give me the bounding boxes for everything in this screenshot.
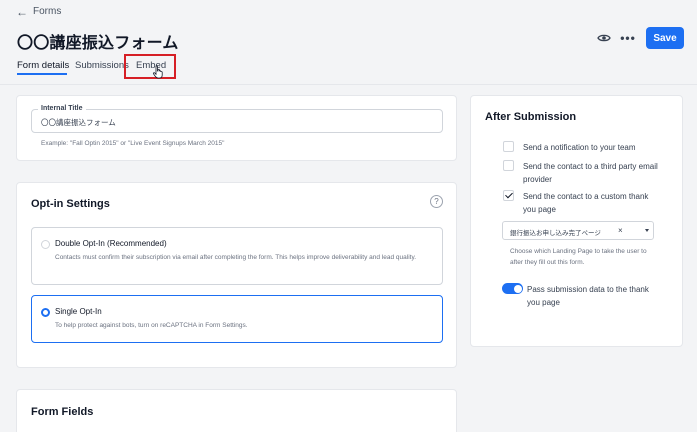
single-optin-radio[interactable] xyxy=(41,308,50,317)
double-optin-desc: Contacts must confirm their subscription… xyxy=(55,254,417,261)
hand-pointer-icon xyxy=(152,65,163,79)
double-optin-radio[interactable] xyxy=(41,240,50,249)
arrow-left-icon: ← xyxy=(16,4,28,19)
save-button[interactable]: Save xyxy=(646,27,684,49)
optin-settings-title: Opt-in Settings xyxy=(31,198,110,210)
double-optin-title: Double Opt-In (Recommended) xyxy=(55,239,167,248)
header-divider xyxy=(0,84,697,85)
active-tab-underline xyxy=(17,73,67,75)
landing-page-value: 銀行振込お申し込み完了ページ xyxy=(510,230,601,237)
after-submission-card: After Submission Send a notification to … xyxy=(470,95,683,347)
third-party-checkbox[interactable] xyxy=(503,160,514,171)
third-party-label: Send the contact to a third party email … xyxy=(523,162,658,184)
pass-data-toggle[interactable] xyxy=(502,283,523,294)
landing-page-select[interactable]: 銀行振込お申し込み完了ページ × xyxy=(502,221,654,240)
pass-data-label: Pass submission data to the thank you pa… xyxy=(527,285,649,307)
thank-you-checkbox[interactable] xyxy=(503,190,514,201)
optin-settings-card: Opt-in Settings ? Double Opt-In (Recomme… xyxy=(16,182,457,368)
more-dots-icon[interactable]: ••• xyxy=(619,30,637,46)
notify-team-checkbox[interactable] xyxy=(503,141,514,152)
embed-tab-highlight xyxy=(124,54,176,79)
chevron-down-icon[interactable] xyxy=(645,229,649,232)
notify-team-checkbox-row[interactable]: Send a notification to your team xyxy=(503,141,663,154)
single-optin-desc: To help protect against bots, turn on re… xyxy=(55,322,248,329)
clear-selection-icon[interactable]: × xyxy=(618,226,623,235)
thank-you-checkbox-row[interactable]: Send the contact to a custom thank you p… xyxy=(503,190,663,216)
tab-form-details[interactable]: Form details xyxy=(17,60,69,71)
internal-title-example: Example: "Fall Optin 2015" or "Live Even… xyxy=(41,140,225,147)
landing-page-help: Choose which Landing Page to take the us… xyxy=(510,248,647,266)
third-party-checkbox-row[interactable]: Send the contact to a third party email … xyxy=(503,160,663,186)
single-optin-option[interactable]: Single Opt-In To help protect against bo… xyxy=(31,295,443,343)
top-bar: ← Forms 〇〇講座振込フォーム ••• Save Form details… xyxy=(0,0,697,85)
internal-title-label: Internal Title xyxy=(38,105,86,112)
notify-team-label: Send a notification to your team xyxy=(523,143,636,152)
form-fields-title: Form Fields xyxy=(31,406,94,418)
back-to-forms-link[interactable]: ← Forms xyxy=(16,4,62,19)
page-title: 〇〇講座振込フォーム xyxy=(17,35,179,52)
question-circle-icon[interactable]: ? xyxy=(430,195,443,208)
tab-submissions[interactable]: Submissions xyxy=(75,60,129,71)
form-fields-card: Form Fields xyxy=(16,389,457,432)
thank-you-label: Send the contact to a custom thank you p… xyxy=(523,192,649,214)
internal-title-value: 〇〇講座振込フォーム xyxy=(41,118,116,127)
double-optin-option[interactable]: Double Opt-In (Recommended) Contacts mus… xyxy=(31,227,443,285)
after-submission-title: After Submission xyxy=(485,111,577,123)
single-optin-title: Single Opt-In xyxy=(55,307,102,316)
eye-icon[interactable] xyxy=(596,30,612,46)
internal-title-card: Internal Title 〇〇講座振込フォーム Example: "Fall… xyxy=(16,95,457,161)
back-link-label: Forms xyxy=(33,6,62,17)
